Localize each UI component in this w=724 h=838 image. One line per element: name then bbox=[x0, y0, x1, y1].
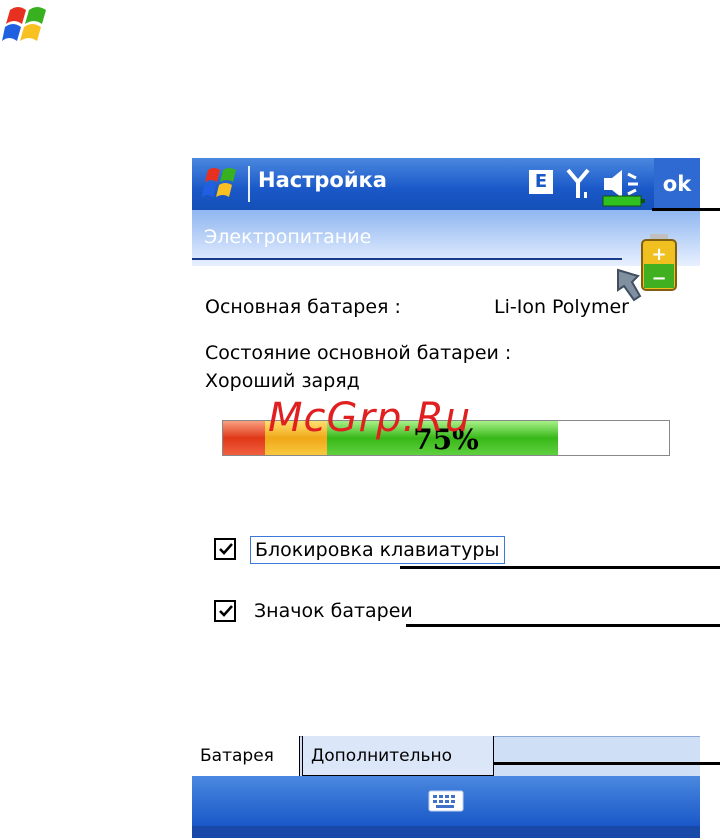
device-screen: Настройка E ok Электропитание + − Основн… bbox=[192, 158, 700, 838]
callout-line-battery-option bbox=[406, 624, 720, 627]
callout-line-advanced-tab bbox=[494, 762, 720, 765]
battery-icon-label[interactable]: Значок батареи bbox=[250, 598, 417, 624]
title-separator bbox=[248, 166, 250, 202]
keyboard-icon[interactable] bbox=[428, 790, 464, 812]
battery-state-label: Состояние основной батареи : bbox=[205, 342, 512, 364]
keyboard-lock-checkbox[interactable] bbox=[214, 538, 236, 560]
title-bar: Настройка E ok bbox=[192, 158, 700, 210]
keyboard-lock-option[interactable]: Блокировка клавиатуры bbox=[214, 536, 554, 564]
main-battery-label: Основная батарея : bbox=[205, 296, 401, 318]
main-battery-type: Li-Ion Polymer bbox=[494, 296, 629, 318]
bottom-strip bbox=[192, 826, 700, 838]
keyboard-lock-label[interactable]: Блокировка клавиатуры bbox=[250, 536, 505, 564]
edge-indicator-icon[interactable]: E bbox=[529, 170, 553, 194]
ok-button[interactable]: ok bbox=[654, 158, 700, 210]
app-title: Настройка bbox=[258, 168, 387, 192]
svg-text:−: − bbox=[651, 268, 666, 289]
checkmark-icon bbox=[219, 543, 233, 555]
menu-bar bbox=[192, 776, 700, 826]
callout-line-battery-icon bbox=[652, 208, 720, 211]
start-menu-icon[interactable] bbox=[202, 166, 240, 202]
battery-state-value: Хороший заряд bbox=[205, 370, 360, 392]
battery-status-icon[interactable] bbox=[602, 194, 648, 208]
tab-strip: Батарея Дополнительно bbox=[192, 736, 700, 776]
watermark-text: McGrp.Ru bbox=[268, 395, 472, 441]
tab-battery[interactable]: Батарея bbox=[192, 736, 300, 776]
tab-advanced[interactable]: Дополнительно bbox=[302, 736, 494, 776]
windows-logo-icon bbox=[2, 7, 46, 41]
svg-text:+: + bbox=[651, 244, 666, 265]
battery-icon-option[interactable]: Значок батареи bbox=[214, 598, 474, 626]
checkmark-icon bbox=[219, 605, 233, 617]
signal-antenna-icon[interactable] bbox=[564, 166, 592, 202]
callout-line-keyboard-lock bbox=[400, 566, 720, 569]
section-title: Электропитание bbox=[204, 226, 372, 248]
battery-icon-checkbox[interactable] bbox=[214, 600, 236, 622]
header-divider bbox=[192, 258, 622, 260]
